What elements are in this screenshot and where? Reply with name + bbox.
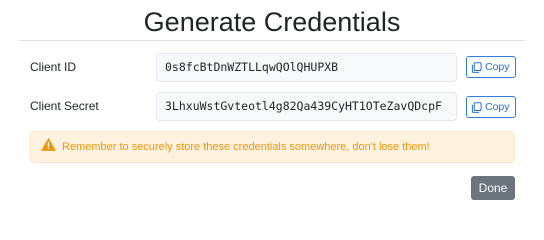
copy-button-label: Copy — [485, 61, 510, 73]
copy-icon — [471, 101, 482, 113]
warning-alert: Remember to securely store these credent… — [30, 131, 515, 163]
client-id-label: Client ID — [30, 60, 77, 74]
done-button[interactable]: Done — [471, 176, 515, 200]
copy-button-label: Copy — [485, 101, 510, 113]
client-secret-label: Client Secret — [30, 99, 99, 113]
warning-message: Remember to securely store these credent… — [62, 141, 430, 153]
client-id-field[interactable]: 0s8fcBtDnWZTLLqwQOlQHUPXB — [156, 53, 457, 82]
copy-client-id-button[interactable]: Copy — [466, 56, 516, 78]
warning-triangle-icon — [41, 138, 56, 156]
copy-client-secret-button[interactable]: Copy — [466, 96, 516, 118]
client-secret-field[interactable]: 3LhxuWstGvteotl4g82Qa439CyHT1OTeZavQDcpF — [156, 92, 457, 121]
dialog-title: Generate Credentials — [143, 7, 401, 37]
copy-icon — [471, 61, 482, 73]
title-divider — [18, 40, 526, 41]
